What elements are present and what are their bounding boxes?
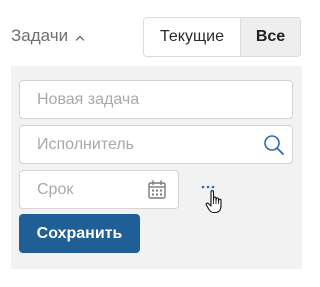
filter-all-button[interactable]: Все <box>241 18 300 56</box>
filter-current-button[interactable]: Текущие <box>144 18 241 56</box>
hand-cursor-icon <box>204 189 226 215</box>
due-date-field <box>19 170 179 209</box>
search-icon[interactable] <box>262 133 286 157</box>
task-input[interactable] <box>20 81 292 118</box>
tasks-section-toggle[interactable]: Задачи <box>11 24 86 48</box>
task-filter-toggle: Текущие Все <box>143 17 301 57</box>
save-button[interactable]: Сохранить <box>19 214 140 253</box>
calendar-icon[interactable] <box>147 179 167 201</box>
new-task-form: Сохранить <box>11 66 302 269</box>
assignee-field <box>19 125 293 164</box>
more-dots-icon[interactable] <box>200 182 216 192</box>
task-field <box>19 80 293 119</box>
section-title: Задачи <box>11 26 69 45</box>
assignee-input[interactable] <box>20 126 292 163</box>
chevron-up-icon <box>74 29 86 41</box>
task-widget: Задачи Текущие Все Новая задача Исполнит… <box>0 0 313 287</box>
